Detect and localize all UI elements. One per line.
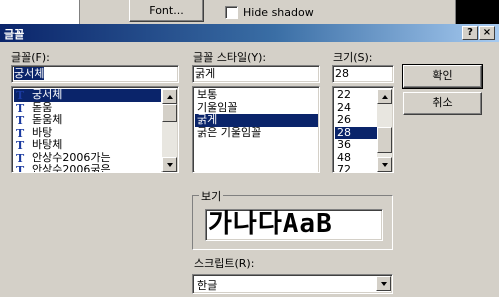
size-list-item[interactable]: 28 xyxy=(335,126,377,139)
font-dialog: 글꼴 ? × 글꼴(F): 궁서체 T 궁서체 T 돋움 T 돋움체 T 바탕 T 바탕체 T 안상수… xyxy=(0,24,499,297)
truetype-font-icon: T xyxy=(16,164,25,172)
font-field[interactable]: 궁서체 xyxy=(11,65,179,83)
font-label: 글꼴(F): xyxy=(11,51,50,64)
preview-label: 보기 xyxy=(199,188,224,204)
scroll-up-button[interactable] xyxy=(162,89,177,104)
size-list-item[interactable]: 24 xyxy=(335,102,377,115)
size-list-scrollbar[interactable] xyxy=(377,89,392,172)
font-list-item[interactable]: T 바탕체 xyxy=(14,139,161,152)
size-list-item-label: 36 xyxy=(337,139,351,151)
preview-group: 보기 가나다AaB xyxy=(192,188,393,250)
hide-shadow-label: Hide shadow xyxy=(243,5,314,19)
preview-box: 가나다AaB xyxy=(205,209,383,241)
style-list-item[interactable]: 굵게 xyxy=(195,114,318,127)
script-dropdown[interactable]: 한글 xyxy=(192,274,393,294)
up-arrow-icon xyxy=(166,94,173,99)
cancel-button[interactable]: 취소 xyxy=(403,92,482,115)
font-list-item[interactable]: T 바탕 xyxy=(14,127,161,140)
close-button[interactable]: × xyxy=(479,26,495,40)
size-list-item-label: 48 xyxy=(337,151,351,164)
dialog-title: 글꼴 xyxy=(4,28,25,41)
truetype-font-icon: T xyxy=(16,126,25,139)
preview-sample-text: 가나다AaB xyxy=(208,209,333,239)
font-list-item-label: 안상수2006굵은 xyxy=(32,164,111,172)
script-label: 스크립트(R): xyxy=(194,257,255,270)
scroll-down-button[interactable] xyxy=(162,157,177,172)
style-list-item[interactable]: 기울임꼴 xyxy=(195,102,318,115)
style-list-item-label: 보통 xyxy=(197,89,218,101)
style-list-item-label: 기울임꼴 xyxy=(197,101,238,114)
size-list-item[interactable]: 22 xyxy=(335,89,377,102)
background-panel xyxy=(0,0,80,24)
size-list-item-label: 72 xyxy=(337,164,351,172)
font-list-item[interactable]: T 돋움 xyxy=(14,102,161,115)
up-arrow-icon xyxy=(381,94,388,99)
truetype-font-icon: T xyxy=(16,101,25,114)
size-field-value: 28 xyxy=(335,67,349,80)
style-list-item[interactable]: 굵은 기울임꼴 xyxy=(195,127,318,140)
title-bar[interactable]: 글꼴 ? × xyxy=(0,24,499,42)
script-value: 한글 xyxy=(197,279,218,292)
font-field-value: 궁서체 xyxy=(14,67,45,80)
down-arrow-icon xyxy=(381,162,388,167)
help-button[interactable]: ? xyxy=(462,26,478,40)
checkbox-box[interactable] xyxy=(225,5,238,19)
font-list[interactable]: T 궁서체 T 돋움 T 돋움체 T 바탕 T 바탕체 T 안상수2006가는 T 안상수2006굵은 xyxy=(11,86,179,173)
size-field[interactable]: 28 xyxy=(332,65,394,83)
chevron-down-icon xyxy=(380,281,387,286)
font-list-item-label: 바탕 xyxy=(32,126,53,139)
size-list-item[interactable]: 48 xyxy=(335,152,377,165)
font-list-item[interactable]: T 돋움체 xyxy=(14,114,161,127)
style-list-items: 보통 기울임꼴 굵게 굵은 기울임꼴 xyxy=(195,89,318,172)
truetype-font-icon: T xyxy=(16,89,25,102)
font-list-item[interactable]: T 안상수2006굵은 xyxy=(14,164,161,172)
font-list-items: T 궁서체 T 돋움 T 돋움체 T 바탕 T 바탕체 T 안상수2006가는 T 안상수2006굵은 xyxy=(14,89,161,172)
truetype-font-icon: T xyxy=(16,139,25,152)
size-list-item-label: 26 xyxy=(337,114,351,126)
hide-shadow-checkbox[interactable]: Hide shadow xyxy=(225,4,314,20)
style-list-item-label: 굵게 xyxy=(197,114,218,126)
background-dark-panel xyxy=(455,0,499,24)
size-list[interactable]: 22 24 26 28 36 48 72 xyxy=(332,86,394,173)
size-list-item-label: 28 xyxy=(337,126,351,139)
scroll-up-button[interactable] xyxy=(377,89,392,104)
font-list-item[interactable]: T 궁서체 xyxy=(14,89,161,102)
size-list-item[interactable]: 72 xyxy=(335,164,377,172)
size-label: 크기(S): xyxy=(333,51,373,64)
style-list-item[interactable]: 보통 xyxy=(195,89,318,102)
scroll-thumb[interactable] xyxy=(377,127,392,153)
style-field-value: 굵게 xyxy=(195,67,216,80)
scroll-thumb[interactable] xyxy=(162,104,177,122)
font-list-scrollbar[interactable] xyxy=(162,89,177,172)
font-list-item-label: 바탕체 xyxy=(32,139,63,151)
down-arrow-icon xyxy=(166,162,173,167)
truetype-font-icon: T xyxy=(16,151,25,164)
font-list-item-label: 돋움체 xyxy=(32,114,63,126)
size-list-item[interactable]: 36 xyxy=(335,139,377,152)
font-list-item-label: 돋움 xyxy=(32,101,53,114)
ok-button[interactable]: 확인 xyxy=(402,64,483,89)
style-field[interactable]: 굵게 xyxy=(192,65,320,83)
scroll-down-button[interactable] xyxy=(377,157,392,172)
size-list-items: 22 24 26 28 36 48 72 xyxy=(335,89,377,172)
script-dropdown-button[interactable] xyxy=(376,276,391,291)
font-list-item-label: 안상수2006가는 xyxy=(32,151,111,164)
style-list-item-label: 굵은 기울임꼴 xyxy=(197,126,262,139)
style-list[interactable]: 보통 기울임꼴 굵게 굵은 기울임꼴 xyxy=(192,86,320,173)
truetype-font-icon: T xyxy=(16,114,25,127)
style-label: 글꼴 스타일(Y): xyxy=(193,51,267,64)
font-list-item[interactable]: T 안상수2006가는 xyxy=(14,152,161,165)
font-list-item-label: 궁서체 xyxy=(32,89,63,101)
size-list-item-label: 24 xyxy=(337,101,351,114)
font-button[interactable]: Font... xyxy=(129,0,204,22)
size-list-item[interactable]: 26 xyxy=(335,114,377,127)
size-list-item-label: 22 xyxy=(337,89,351,101)
